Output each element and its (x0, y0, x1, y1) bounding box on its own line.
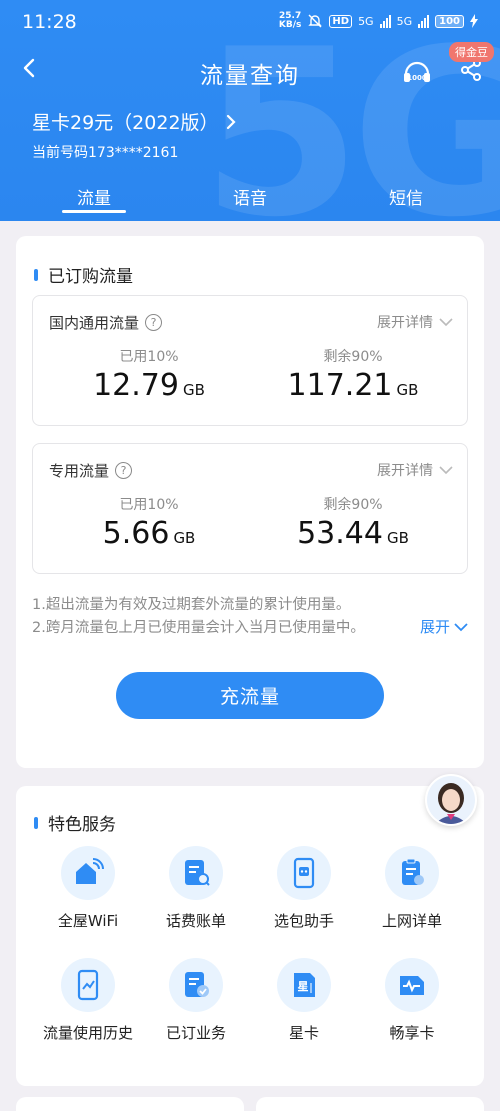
used-column: 已用10% 5.66 GB (102, 497, 196, 551)
box-title: 国内通用流量 (49, 314, 140, 332)
chevron-down-icon (454, 622, 468, 631)
remaining-value: 117.21 (287, 368, 393, 403)
note-line: 1.超出流量为有效及过期套外流量的累计使用量。 (32, 597, 351, 613)
data-detail-icon (402, 858, 424, 885)
network-5g-1: 5G (358, 14, 374, 28)
status-bar: 11:28 25.7 KB/s HD 5G 5G 100 (0, 0, 500, 44)
recharge-data-button[interactable]: 充流量 (116, 672, 384, 719)
home-wifi-icon (76, 858, 104, 884)
used-value: 5.66 (102, 516, 170, 551)
star-card-icon: 星 (294, 973, 315, 997)
chevron-down-icon (439, 466, 453, 475)
mute-bell-icon (308, 14, 323, 28)
expand-detail-button[interactable]: 展开详情 (377, 312, 453, 332)
status-time: 11:28 (22, 11, 77, 33)
services-card: 特色服务 全屋WiFi 话费账单 选包助手 上网详单 流量使用历史 已订业务 星… (16, 786, 484, 1086)
bottom-partial-cards (16, 1097, 484, 1111)
chevron-right-icon (226, 114, 236, 129)
service-data-detail[interactable]: 上网详单 (357, 846, 467, 931)
subscribed-data-card: 已订购流量 国内通用流量 ? 展开详情 已用10% 12.79 GB 剩余90% … (16, 236, 484, 768)
network-speed: 25.7 KB/s (278, 11, 302, 30)
expand-detail-button[interactable]: 展开详情 (377, 460, 453, 480)
svg-text:1000: 1000 (407, 74, 427, 82)
remaining-column: 剩余90% 53.44 GB (297, 497, 409, 551)
svg-text:星: 星 (298, 980, 309, 993)
usage-history-icon (77, 969, 99, 1001)
used-column: 已用10% 12.79 GB (93, 349, 205, 403)
service-home-wifi[interactable]: 全屋WiFi (33, 846, 143, 931)
chevron-down-icon (439, 318, 453, 327)
assistant-avatar-icon (427, 776, 475, 824)
remaining-column: 剩余90% 117.21 GB (287, 349, 419, 403)
network-5g-2: 5G (396, 14, 413, 28)
customer-service-10000-icon[interactable]: 1000 (401, 56, 433, 88)
help-icon[interactable]: ? (145, 314, 163, 331)
service-subscribed[interactable]: 已订业务 (141, 958, 251, 1043)
enjoy-card-icon (400, 976, 424, 995)
expand-notes-link[interactable]: 展开 (420, 616, 468, 637)
subscribed-services-icon (185, 972, 209, 997)
service-package-assistant[interactable]: 选包助手 (249, 846, 359, 931)
assistant-avatar[interactable] (425, 774, 477, 826)
bill-search-icon (185, 860, 210, 886)
signal-icon (418, 14, 430, 28)
service-star-card[interactable]: 星 星卡 (249, 958, 359, 1043)
battery-icon: 100 (435, 14, 464, 28)
hd-badge: HD (329, 14, 353, 28)
domestic-data-box: 国内通用流量 ? 展开详情 已用10% 12.79 GB 剩余90% 117.21… (32, 295, 468, 426)
service-usage-history[interactable]: 流量使用历史 (33, 958, 143, 1043)
plan-name[interactable]: 星卡29元（2022版） (32, 108, 237, 135)
current-number: 当前号码173****2161 (32, 145, 179, 161)
tab-sms[interactable]: 短信 (361, 184, 451, 209)
help-icon[interactable]: ? (115, 462, 133, 479)
section-title-services: 特色服务 (34, 810, 116, 835)
signal-icon (379, 14, 391, 28)
section-title-subscribed: 已订购流量 (34, 262, 133, 287)
tab-voice[interactable]: 语音 (205, 184, 295, 209)
note-line: 2.跨月流量包上月已使用量会计入当月已使用量中。 (32, 620, 365, 636)
service-phone-bill[interactable]: 话费账单 (141, 846, 251, 931)
used-value: 12.79 (93, 368, 179, 403)
nav-bar: 流量查询 1000 得金豆 (0, 42, 500, 96)
tab-active-indicator (62, 210, 126, 213)
tab-data[interactable]: 流量 (49, 184, 139, 209)
dedicated-data-box: 专用流量 ? 展开详情 已用10% 5.66 GB 剩余90% 53.44 GB (32, 443, 468, 574)
gold-bean-badge[interactable]: 得金豆 (449, 42, 494, 62)
header: 5G 11:28 25.7 KB/s HD 5G 5G 100 流量查询 100… (0, 0, 500, 221)
tab-bar: 流量 语音 短信 (0, 178, 500, 221)
box-title: 专用流量 (49, 462, 110, 480)
service-enjoy-card[interactable]: 畅享卡 (357, 958, 467, 1043)
charging-icon (470, 14, 478, 28)
notes: 1.超出流量为有效及过期套外流量的累计使用量。 2.跨月流量包上月已使用量会计入… (32, 594, 365, 640)
remaining-value: 53.44 (297, 516, 383, 551)
package-assistant-icon (293, 857, 315, 889)
